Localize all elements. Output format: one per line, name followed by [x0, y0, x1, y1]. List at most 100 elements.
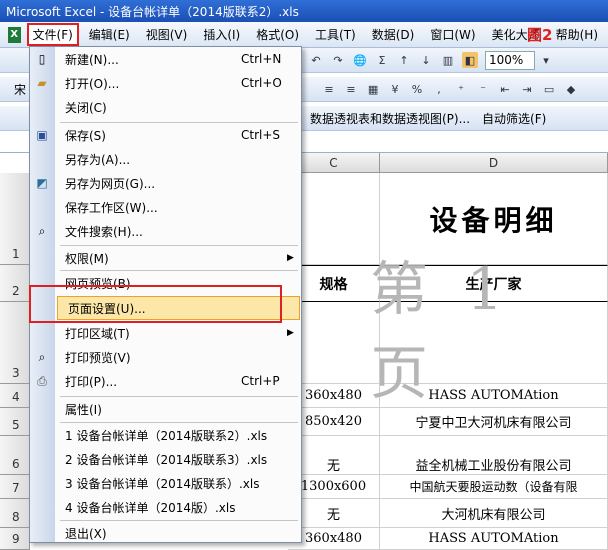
menu-format[interactable]: 格式(O) — [250, 24, 305, 45]
cell-d7[interactable]: 中国航天要股运动数（设备有限 — [380, 475, 608, 499]
cell-d8[interactable]: 大河机床有限公司 — [380, 499, 608, 528]
autofilter-button[interactable]: 自动筛选(F) — [482, 110, 546, 127]
file-search-icon: ⌕ — [38, 223, 46, 238]
new-document-icon: ▯ — [38, 52, 46, 66]
menu-item-open[interactable]: 打开(O)... Ctrl+O — [55, 71, 301, 95]
cell-d6[interactable]: 益全机械工业股份有限公司 — [380, 436, 608, 475]
recent-file-2[interactable]: 2 设备台帐详单（2014版联系3）.xls — [55, 447, 301, 471]
menu-item-save-as-web[interactable]: 另存为网页(G)... — [55, 171, 301, 195]
printer-icon: ⎙ — [37, 373, 47, 388]
menu-item-new[interactable]: 新建(N)... Ctrl+N — [55, 47, 301, 71]
menu-item-label: 文件搜索(H)... — [65, 224, 143, 239]
recent-file-1[interactable]: 1 设备台帐详单（2014版联系2）.xls — [55, 423, 301, 447]
cell-d5[interactable]: 宁夏中卫大河机床有限公司 — [380, 408, 608, 436]
figure-label: 图2 — [527, 26, 553, 44]
menu-item-exit[interactable]: 退出(X) — [55, 521, 301, 545]
autosum-icon[interactable]: Σ — [374, 52, 390, 68]
row-header-8[interactable]: 8 — [0, 499, 30, 528]
menu-tools[interactable]: 工具(T) — [309, 24, 362, 45]
save-web-icon: ◩ — [36, 176, 48, 190]
menu-item-save-workspace[interactable]: 保存工作区(W)... — [55, 195, 301, 219]
menu-item-label: 属性(I) — [65, 402, 102, 417]
menu-insert[interactable]: 插入(I) — [197, 24, 246, 45]
currency-icon[interactable]: ¥ — [387, 81, 403, 97]
recent-file-4[interactable]: 4 设备台帐详单（2014版）.xls — [55, 495, 301, 519]
redo-icon[interactable]: ↷ — [330, 52, 346, 68]
drawing-icon[interactable]: ◧ — [462, 52, 478, 68]
pivot-table-button[interactable]: 数据透视表和数据透视图(P)... — [310, 110, 470, 127]
shortcut-label: Ctrl+S — [241, 128, 281, 142]
menu-item-permission[interactable]: 权限(M) ▶ — [55, 246, 301, 270]
menu-item-label: 网页预览(B) — [65, 276, 131, 291]
menu-bar: X 文件(F) 编辑(E) 视图(V) 插入(I) 格式(O) 工具(T) 数据… — [0, 22, 608, 48]
row-header-4[interactable]: 4 — [0, 384, 30, 408]
sort-descending-icon[interactable]: ↓ — [418, 52, 434, 68]
row-header-1[interactable]: 1 — [0, 173, 30, 265]
menu-item-label: 打印区域(T) — [65, 326, 130, 341]
hyperlink-icon[interactable]: 🌐 — [352, 52, 368, 68]
menu-icon-gutter — [30, 47, 55, 542]
menu-item-print[interactable]: 打印(P)... Ctrl+P — [55, 369, 301, 393]
decimal-decrease-icon[interactable]: ⁻ — [475, 81, 491, 97]
menu-item-label: 退出(X) — [65, 526, 107, 541]
decimal-increase-icon[interactable]: ⁺ — [453, 81, 469, 97]
column-header-d[interactable]: D — [380, 153, 608, 173]
menu-item-label: 打印预览(V) — [65, 350, 131, 365]
menu-item-save[interactable]: 保存(S) Ctrl+S — [55, 123, 301, 147]
submenu-arrow-icon: ▶ — [287, 328, 294, 338]
menu-item-print-area[interactable]: 打印区域(T) ▶ — [55, 321, 301, 345]
cell-d9[interactable]: HASS AUTOMAtion — [380, 528, 608, 550]
zoom-select[interactable]: 100% — [485, 50, 535, 70]
align-center-icon[interactable]: ≡ — [321, 81, 337, 97]
menu-item-label: 页面设置(U)... — [68, 301, 146, 316]
recent-file-3[interactable]: 3 设备台帐详单（2014版联系）.xls — [55, 471, 301, 495]
menu-view[interactable]: 视图(V) — [140, 24, 194, 45]
menu-item-label: 新建(N)... — [65, 52, 119, 67]
save-disk-icon: ▣ — [36, 128, 48, 142]
row-header-3[interactable]: 3 — [0, 302, 30, 384]
menu-item-close[interactable]: 关闭(C) — [55, 95, 301, 119]
chevron-down-icon[interactable]: ▾ — [538, 52, 554, 68]
borders-icon[interactable]: ▭ — [541, 81, 557, 97]
menu-item-file-search[interactable]: 文件搜索(H)... — [55, 219, 301, 243]
menu-item-properties[interactable]: 属性(I) — [55, 397, 301, 421]
row-header-2[interactable]: 2 — [0, 265, 30, 302]
menu-item-label: 打印(P)... — [65, 374, 118, 389]
row-header-6[interactable]: 6 — [0, 436, 30, 475]
shortcut-label: Ctrl+O — [241, 76, 282, 90]
menu-item-label: 2 设备台帐详单（2014版联系3）.xls — [65, 452, 268, 467]
percent-icon[interactable]: % — [409, 81, 425, 97]
font-name-select[interactable]: 宋 — [14, 81, 26, 98]
menu-item-label: 另存为网页(G)... — [65, 176, 156, 191]
menu-item-save-as[interactable]: 另存为(A)... — [55, 147, 301, 171]
shortcut-label: Ctrl+N — [241, 52, 282, 66]
submenu-arrow-icon: ▶ — [287, 253, 294, 263]
menu-item-label: 权限(M) — [65, 251, 109, 266]
row-header-5[interactable]: 5 — [0, 408, 30, 436]
shortcut-label: Ctrl+P — [241, 374, 280, 388]
menu-item-page-setup[interactable]: 页面设置(U)... — [57, 296, 300, 320]
menu-window[interactable]: 窗口(W) — [424, 24, 481, 45]
undo-icon[interactable]: ↶ — [308, 52, 324, 68]
row-header-7[interactable]: 7 — [0, 475, 30, 499]
merge-icon[interactable]: ▦ — [365, 81, 381, 97]
menu-item-web-preview[interactable]: 网页预览(B) — [55, 271, 301, 295]
menu-item-label: 打开(O)... — [65, 76, 120, 91]
chart-icon[interactable]: ▥ — [440, 52, 456, 68]
row-header-9[interactable]: 9 — [0, 528, 30, 550]
align-right-icon[interactable]: ≡ — [343, 81, 359, 97]
fill-color-icon[interactable]: ◆ — [563, 81, 579, 97]
indent-increase-icon[interactable]: ⇥ — [519, 81, 535, 97]
menu-file[interactable]: 文件(F) — [26, 23, 79, 46]
indent-decrease-icon[interactable]: ⇤ — [497, 81, 513, 97]
menu-edit[interactable]: 编辑(E) — [83, 24, 136, 45]
menu-data[interactable]: 数据(D) — [366, 24, 421, 45]
excel-app-icon[interactable]: X — [8, 26, 21, 43]
menu-item-print-preview[interactable]: 打印预览(V) — [55, 345, 301, 369]
menu-help[interactable]: 帮助(H) — [550, 24, 604, 45]
menu-item-label: 1 设备台帐详单（2014版联系2）.xls — [65, 428, 268, 443]
menu-item-label: 保存工作区(W)... — [65, 200, 158, 215]
sort-ascending-icon[interactable]: ↑ — [396, 52, 412, 68]
comma-icon[interactable]: , — [431, 81, 447, 97]
title-bar: Microsoft Excel - 设备台帐详单（2014版联系2）.xls — [0, 0, 608, 22]
